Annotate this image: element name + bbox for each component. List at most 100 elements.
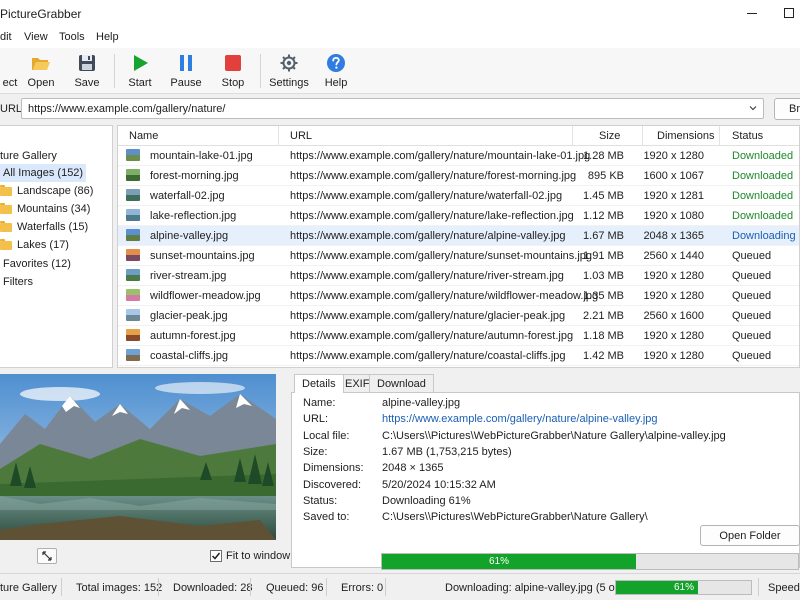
cell-url: https://www.example.com/gallery/nature/a… — [290, 230, 566, 242]
table-row[interactable]: waterfall-02.jpg https://www.example.com/… — [118, 186, 799, 206]
cell-status: Queued — [732, 330, 772, 342]
status-divider — [250, 578, 251, 596]
select-icon — [0, 53, 10, 73]
column-size[interactable]: Size — [599, 130, 620, 142]
table-row[interactable]: alpine-valley.jpg https://www.example.com… — [118, 226, 799, 246]
detail-label: Size: — [303, 446, 328, 458]
minimize-button[interactable] — [740, 2, 764, 24]
tree-item-all-images[interactable]: All Images (152) — [0, 164, 87, 182]
fit-to-window-checkbox[interactable] — [210, 550, 222, 562]
cell-name: coastal-cliffs.jpg — [150, 350, 229, 362]
save-button[interactable]: Save — [65, 52, 109, 92]
folder-icon — [0, 184, 12, 196]
gallery-tree: ture Gallery All Images (152) Landscape … — [0, 125, 113, 368]
chevron-down-icon[interactable] — [749, 104, 757, 112]
cell-status: Queued — [732, 310, 772, 322]
cell-status: Queued — [732, 250, 772, 262]
status-divider — [326, 578, 327, 596]
column-divider[interactable] — [642, 126, 643, 146]
column-divider[interactable] — [719, 126, 720, 146]
column-divider[interactable] — [572, 126, 573, 146]
image-thumbnail-icon — [126, 229, 140, 241]
column-url[interactable]: URL — [290, 130, 312, 142]
status-errors: Errors: 0 — [341, 582, 384, 594]
tree-item-root[interactable]: ture Gallery — [0, 147, 57, 165]
table-row[interactable]: river-stream.jpg https://www.example.com/… — [118, 266, 799, 286]
detail-value: alpine-valley.jpg — [382, 397, 461, 409]
detail-value: C:\Users\\Pictures\WebPictureGrabber\Nat… — [382, 430, 726, 442]
column-status[interactable]: Status — [732, 130, 763, 142]
cell-name: sunset-mountains.jpg — [150, 250, 255, 262]
gear-icon — [280, 54, 298, 72]
menu-edit[interactable]: dit — [0, 31, 12, 43]
expand-button[interactable] — [37, 548, 57, 564]
table-row[interactable]: autumn-forest.jpg https://www.example.com… — [118, 326, 799, 346]
cell-name: alpine-valley.jpg — [150, 230, 229, 242]
cell-name: waterfall-02.jpg — [150, 190, 225, 202]
status-downloaded: Downloaded: 28 — [173, 582, 253, 594]
open-folder-button[interactable]: Open Folder — [700, 525, 800, 546]
browse-button[interactable]: Bro — [774, 98, 800, 120]
tree-item-landscape[interactable]: Landscape (86) — [0, 182, 93, 200]
image-thumbnail-icon — [126, 309, 140, 321]
table-row[interactable]: forest-morning.jpg https://www.example.co… — [118, 166, 799, 186]
image-preview — [0, 374, 276, 540]
cell-dimensions: 2560 x 1440 — [643, 250, 704, 262]
maximize-icon — [784, 8, 794, 18]
table-row[interactable]: mountain-lake-01.jpg https://www.example.… — [118, 146, 799, 166]
menu-view[interactable]: View — [24, 31, 48, 43]
column-divider[interactable] — [278, 126, 279, 146]
fit-to-window-label: Fit to window — [226, 550, 291, 562]
cell-status: Queued — [732, 290, 772, 302]
status-divider — [758, 578, 759, 596]
cell-status: Queued — [732, 350, 772, 362]
cell-size: 1.91 MB — [583, 250, 624, 262]
tree-item-mountains[interactable]: Mountains (34) — [0, 200, 90, 218]
tab-details[interactable]: Details — [294, 374, 344, 393]
detail-label: Name: — [303, 397, 336, 409]
details-panel: Details EXIF Download Name: alpine-valley… — [291, 374, 800, 570]
cell-url: https://www.example.com/gallery/nature/f… — [290, 170, 577, 182]
status-total: Total images: 152 — [76, 582, 163, 594]
status-current-download: Downloading: alpine-valley.jpg (5 of 152… — [445, 582, 643, 594]
maximize-button[interactable] — [777, 2, 800, 24]
detail-url-link[interactable]: https://www.example.com/gallery/nature/a… — [382, 413, 658, 425]
column-dimensions[interactable]: Dimensions — [657, 130, 714, 142]
cell-url: https://www.example.com/gallery/nature/w… — [290, 290, 599, 302]
help-button[interactable]: Help — [314, 52, 358, 92]
table-row[interactable]: coastal-cliffs.jpg https://www.example.co… — [118, 346, 799, 366]
image-thumbnail-icon — [126, 269, 140, 281]
status-speed: Speed: 1 — [768, 582, 800, 594]
tab-download[interactable]: Download — [369, 374, 434, 392]
url-row: URL: Bro — [0, 94, 800, 124]
checkmark-icon — [211, 552, 221, 560]
progress-text: 61% — [673, 582, 694, 593]
download-progress-bar: 61% — [381, 553, 799, 570]
cell-size: 1.28 MB — [583, 150, 624, 162]
cell-status: Downloading 61 — [732, 230, 799, 242]
tree-item-waterfalls[interactable]: Waterfalls (15) — [0, 218, 88, 236]
menu-help[interactable]: Help — [96, 31, 119, 43]
table-row[interactable]: lake-reflection.jpg https://www.example.c… — [118, 206, 799, 226]
cell-size: 1.12 MB — [583, 210, 624, 222]
tree-item-filters[interactable]: Filters — [3, 273, 33, 291]
cell-name: lake-reflection.jpg — [150, 210, 237, 222]
tree-item-lakes[interactable]: Lakes (17) — [0, 236, 69, 254]
url-input[interactable] — [21, 98, 764, 119]
column-name[interactable]: Name — [129, 130, 158, 142]
status-divider — [61, 578, 62, 596]
cell-status: Downloaded — [732, 150, 794, 162]
cell-dimensions: 1920 x 1280 — [643, 290, 704, 302]
stop-button[interactable]: Stop — [211, 52, 255, 92]
alpine-valley-preview-image — [0, 374, 276, 540]
table-row[interactable]: sunset-mountains.jpg https://www.example.… — [118, 246, 799, 266]
menu-tools[interactable]: Tools — [59, 31, 85, 43]
status-queued: Queued: 96 — [266, 582, 324, 594]
cell-size: 1.67 MB — [583, 230, 624, 242]
folder-open-icon — [32, 58, 50, 70]
details-body: Name: alpine-valley.jpg URL: https://www.ex… — [291, 392, 800, 570]
cell-name: mountain-lake-01.jpg — [150, 150, 253, 162]
tree-item-favorites[interactable]: Favorites (12) — [3, 255, 71, 273]
table-row[interactable]: wildflower-meadow.jpg https://www.example… — [118, 286, 799, 306]
table-row[interactable]: glacier-peak.jpg https://www.example.com/… — [118, 306, 799, 326]
